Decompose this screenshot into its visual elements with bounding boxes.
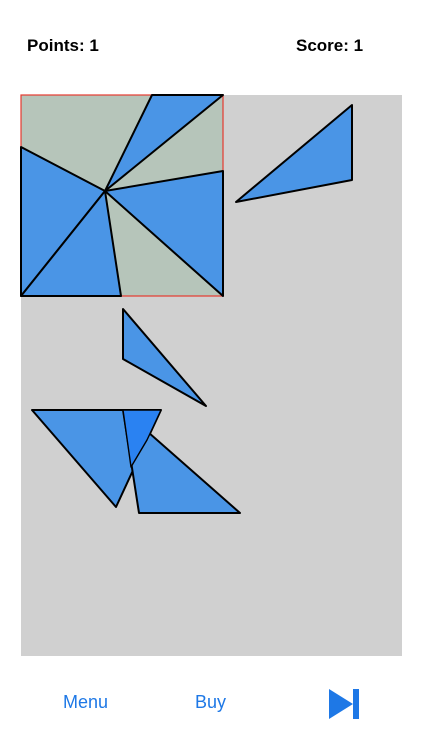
bottom-toolbar: Menu Buy bbox=[0, 680, 422, 730]
game-screen: Points: 1 Score: 1 Menu Buy bbox=[0, 0, 422, 750]
buy-button[interactable]: Buy bbox=[195, 692, 226, 713]
menu-button[interactable]: Menu bbox=[63, 692, 108, 713]
skip-forward-icon[interactable] bbox=[327, 687, 361, 721]
game-board bbox=[20, 94, 402, 656]
